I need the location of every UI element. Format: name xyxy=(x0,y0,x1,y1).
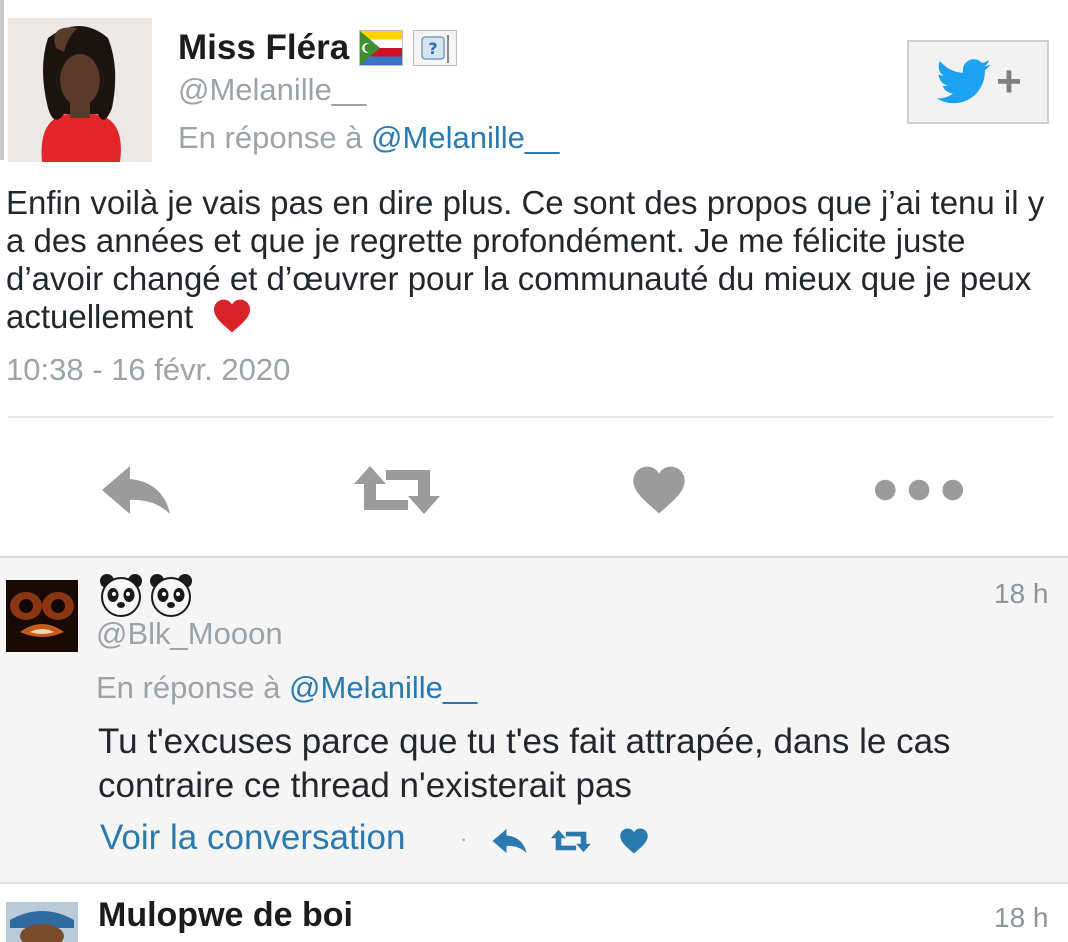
panda-face-icon xyxy=(150,574,192,617)
author-name-text: Miss Fléra xyxy=(178,28,350,67)
reply-to-link[interactable]: @Melanille__ xyxy=(289,670,477,705)
panda-face-icon xyxy=(100,574,142,617)
reply-context: En réponse à @Melanille__ xyxy=(178,120,559,156)
reply-author-handle[interactable]: @Blk_Mooon xyxy=(96,616,283,652)
reply-time: 18 h xyxy=(994,578,1049,609)
reply-time: 18 h xyxy=(994,902,1049,933)
avatar[interactable] xyxy=(6,902,78,942)
avatar-image xyxy=(8,18,152,162)
reply-context: En réponse à @Melanille__ xyxy=(96,670,477,706)
retweet-button[interactable] xyxy=(548,824,594,858)
follow-button[interactable]: + xyxy=(907,40,1049,124)
comoros-flag-icon xyxy=(359,30,404,66)
reply-text: Tu t'excuses parce que tu t'es fait attr… xyxy=(98,722,951,805)
retweet-button[interactable] xyxy=(352,452,442,528)
follow-plus: + xyxy=(996,57,1022,106)
reply-icon xyxy=(492,829,527,853)
avatar[interactable] xyxy=(8,18,152,162)
more-button[interactable] xyxy=(874,452,964,528)
retweet-icon xyxy=(551,829,591,853)
reply-icon xyxy=(102,466,170,514)
reply-prefix: En réponse à xyxy=(96,670,281,705)
tweet-text: Enfin voilà je vais pas en dire plus. Ce… xyxy=(6,184,1062,336)
reply-prefix: En réponse à xyxy=(178,120,363,155)
like-icon xyxy=(620,828,648,854)
like-button[interactable] xyxy=(616,824,652,858)
reply-button[interactable] xyxy=(488,824,530,858)
tweet-timestamp[interactable]: 10:38 - 16 févr. 2020 xyxy=(6,352,290,388)
retweet-icon xyxy=(354,466,440,514)
tweet-text-body: Enfin voilà je vais pas en dire plus. Ce… xyxy=(6,184,1045,335)
like-button[interactable] xyxy=(614,452,704,528)
author-name[interactable]: Miss Fléra ? xyxy=(178,28,458,68)
like-icon xyxy=(633,466,685,514)
avatar-image xyxy=(6,580,78,652)
reply-author-name[interactable]: Mulopwe de boi xyxy=(98,896,353,935)
left-edge-border xyxy=(0,0,4,160)
unknown-flag-mark: ? xyxy=(429,39,438,58)
view-conversation-link[interactable]: Voir la conversation xyxy=(100,818,405,858)
reply-author-name[interactable] xyxy=(98,570,194,620)
twitter-bird-icon xyxy=(936,59,991,104)
divider xyxy=(0,882,1068,884)
unknown-flag-icon: ? xyxy=(413,30,458,66)
divider xyxy=(8,416,1054,418)
avatar[interactable] xyxy=(6,580,78,652)
author-handle[interactable]: @Melanille__ xyxy=(178,72,366,108)
red-heart-icon xyxy=(214,299,251,333)
avatar-image xyxy=(6,902,78,942)
reply-to-link[interactable]: @Melanille__ xyxy=(371,120,559,155)
separator-dot: · xyxy=(460,826,468,851)
reply-button[interactable] xyxy=(90,452,180,528)
more-icon xyxy=(874,479,964,501)
